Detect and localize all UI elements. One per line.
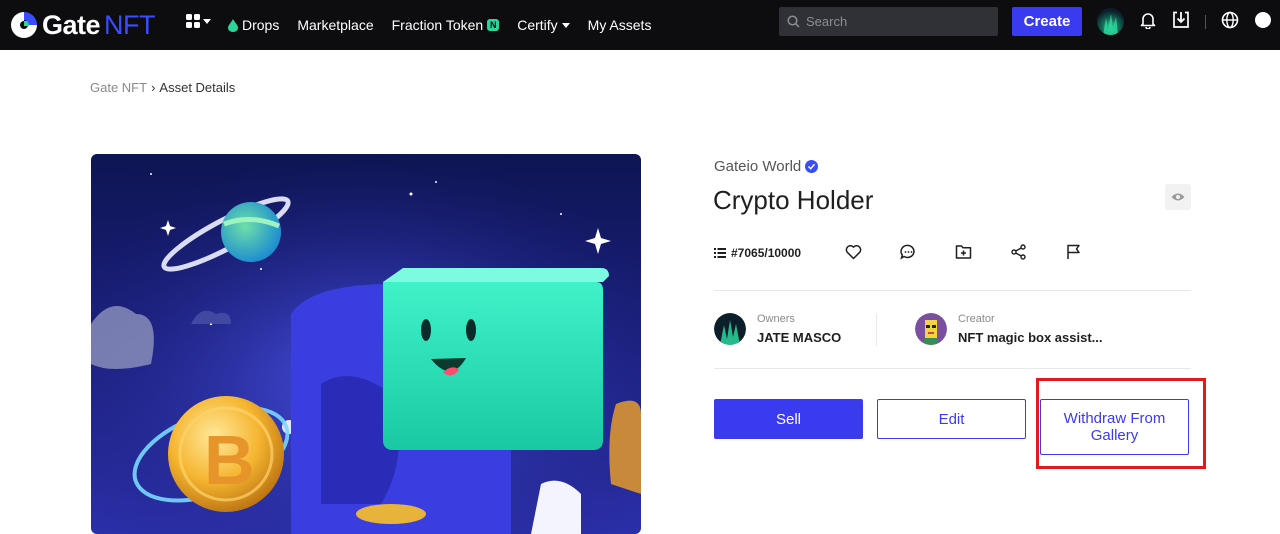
crypto-holder-illustration: B (91, 154, 641, 534)
download-icon[interactable] (1172, 11, 1190, 29)
nav-divider (1205, 15, 1206, 29)
collection-name: Gateio World (714, 158, 802, 175)
gate-nft-logo[interactable]: Gate NFT (8, 7, 156, 43)
apps-menu-button[interactable] (186, 14, 211, 28)
user-avatar[interactable] (1097, 8, 1124, 35)
nft-artwork-image[interactable]: B (91, 154, 641, 534)
list-icon (714, 248, 726, 258)
search-box[interactable] (779, 7, 998, 36)
withdraw-from-gallery-button[interactable]: Withdraw From Gallery (1040, 399, 1189, 455)
divider (714, 290, 1191, 291)
vertical-divider (876, 314, 877, 346)
owner-name: JATE MASCO (757, 330, 842, 345)
owner-label: Owners (757, 313, 795, 325)
divider (714, 368, 1191, 369)
aurora-avatar-icon (1103, 14, 1118, 35)
menu-item-marketplace[interactable]: Marketplace (297, 17, 373, 33)
grid-icon (186, 14, 200, 28)
drop-icon (228, 18, 238, 32)
menu-label-my-assets: My Assets (587, 17, 652, 33)
creator-label: Creator (958, 313, 995, 325)
share-icon[interactable] (1010, 244, 1027, 260)
create-button[interactable]: Create (1012, 7, 1082, 36)
logo-nft-text: NFT (104, 9, 156, 40)
dark-mode-icon[interactable] (1254, 11, 1272, 29)
asset-title: Crypto Holder (713, 185, 874, 215)
svg-text:B: B (204, 421, 255, 499)
chevron-down-icon (203, 18, 211, 24)
aurora-avatar-icon (714, 313, 746, 345)
top-nav: Gate NFT Drops Marketplace Fraction Token… (0, 0, 1280, 50)
menu-label-drops: Drops (242, 17, 280, 33)
menu-label-certify: Certify (517, 17, 558, 33)
comment-icon[interactable] (900, 244, 917, 260)
add-to-folder-icon[interactable] (955, 244, 972, 260)
menu-item-my-assets[interactable]: My Assets (588, 17, 652, 33)
breadcrumb: Gate NFT › Asset Details (90, 80, 235, 95)
creator-info[interactable]: Creator NFT magic box assist... (915, 313, 1103, 345)
edition-text: #7065/10000 (731, 246, 802, 260)
flag-icon[interactable] (1065, 244, 1082, 260)
search-icon (787, 15, 800, 28)
owner-avatar (714, 313, 746, 345)
new-badge: N (487, 19, 500, 31)
main-menu: Drops Marketplace Fraction Token N Certi… (228, 0, 669, 50)
view-count-button[interactable] (1165, 184, 1191, 210)
menu-item-certify[interactable]: Certify (517, 17, 570, 33)
breadcrumb-root-link[interactable]: Gate NFT (90, 80, 147, 95)
verified-badge-icon (805, 160, 819, 173)
logo-gate-text: Gate (42, 9, 101, 40)
creator-name: NFT magic box assist... (958, 330, 1103, 345)
search-input[interactable] (806, 14, 986, 29)
gate-logo-icon (11, 12, 37, 38)
chevron-right-icon: › (151, 80, 156, 95)
chevron-down-icon (561, 22, 570, 28)
edition-number: #7065/10000 (714, 246, 801, 260)
creator-avatar (915, 313, 947, 345)
edit-button[interactable]: Edit (877, 399, 1026, 439)
breadcrumb-current: Asset Details (159, 80, 236, 95)
owner-info[interactable]: Owners JATE MASCO (714, 313, 841, 345)
menu-item-drops[interactable]: Drops (228, 17, 279, 33)
menu-label-marketplace: Marketplace (297, 17, 374, 33)
pixel-avatar-icon (915, 313, 947, 345)
bell-icon[interactable] (1139, 11, 1157, 29)
menu-item-fraction-token[interactable]: Fraction Token N (392, 17, 500, 33)
edition-row: #7065/10000 (714, 243, 801, 263)
collection-link[interactable]: Gateio World (714, 158, 819, 175)
globe-icon[interactable] (1221, 11, 1239, 29)
eye-icon (1171, 193, 1185, 201)
sell-button[interactable]: Sell (714, 399, 863, 439)
heart-icon[interactable] (845, 244, 862, 260)
menu-label-fraction-token: Fraction Token (391, 17, 484, 33)
